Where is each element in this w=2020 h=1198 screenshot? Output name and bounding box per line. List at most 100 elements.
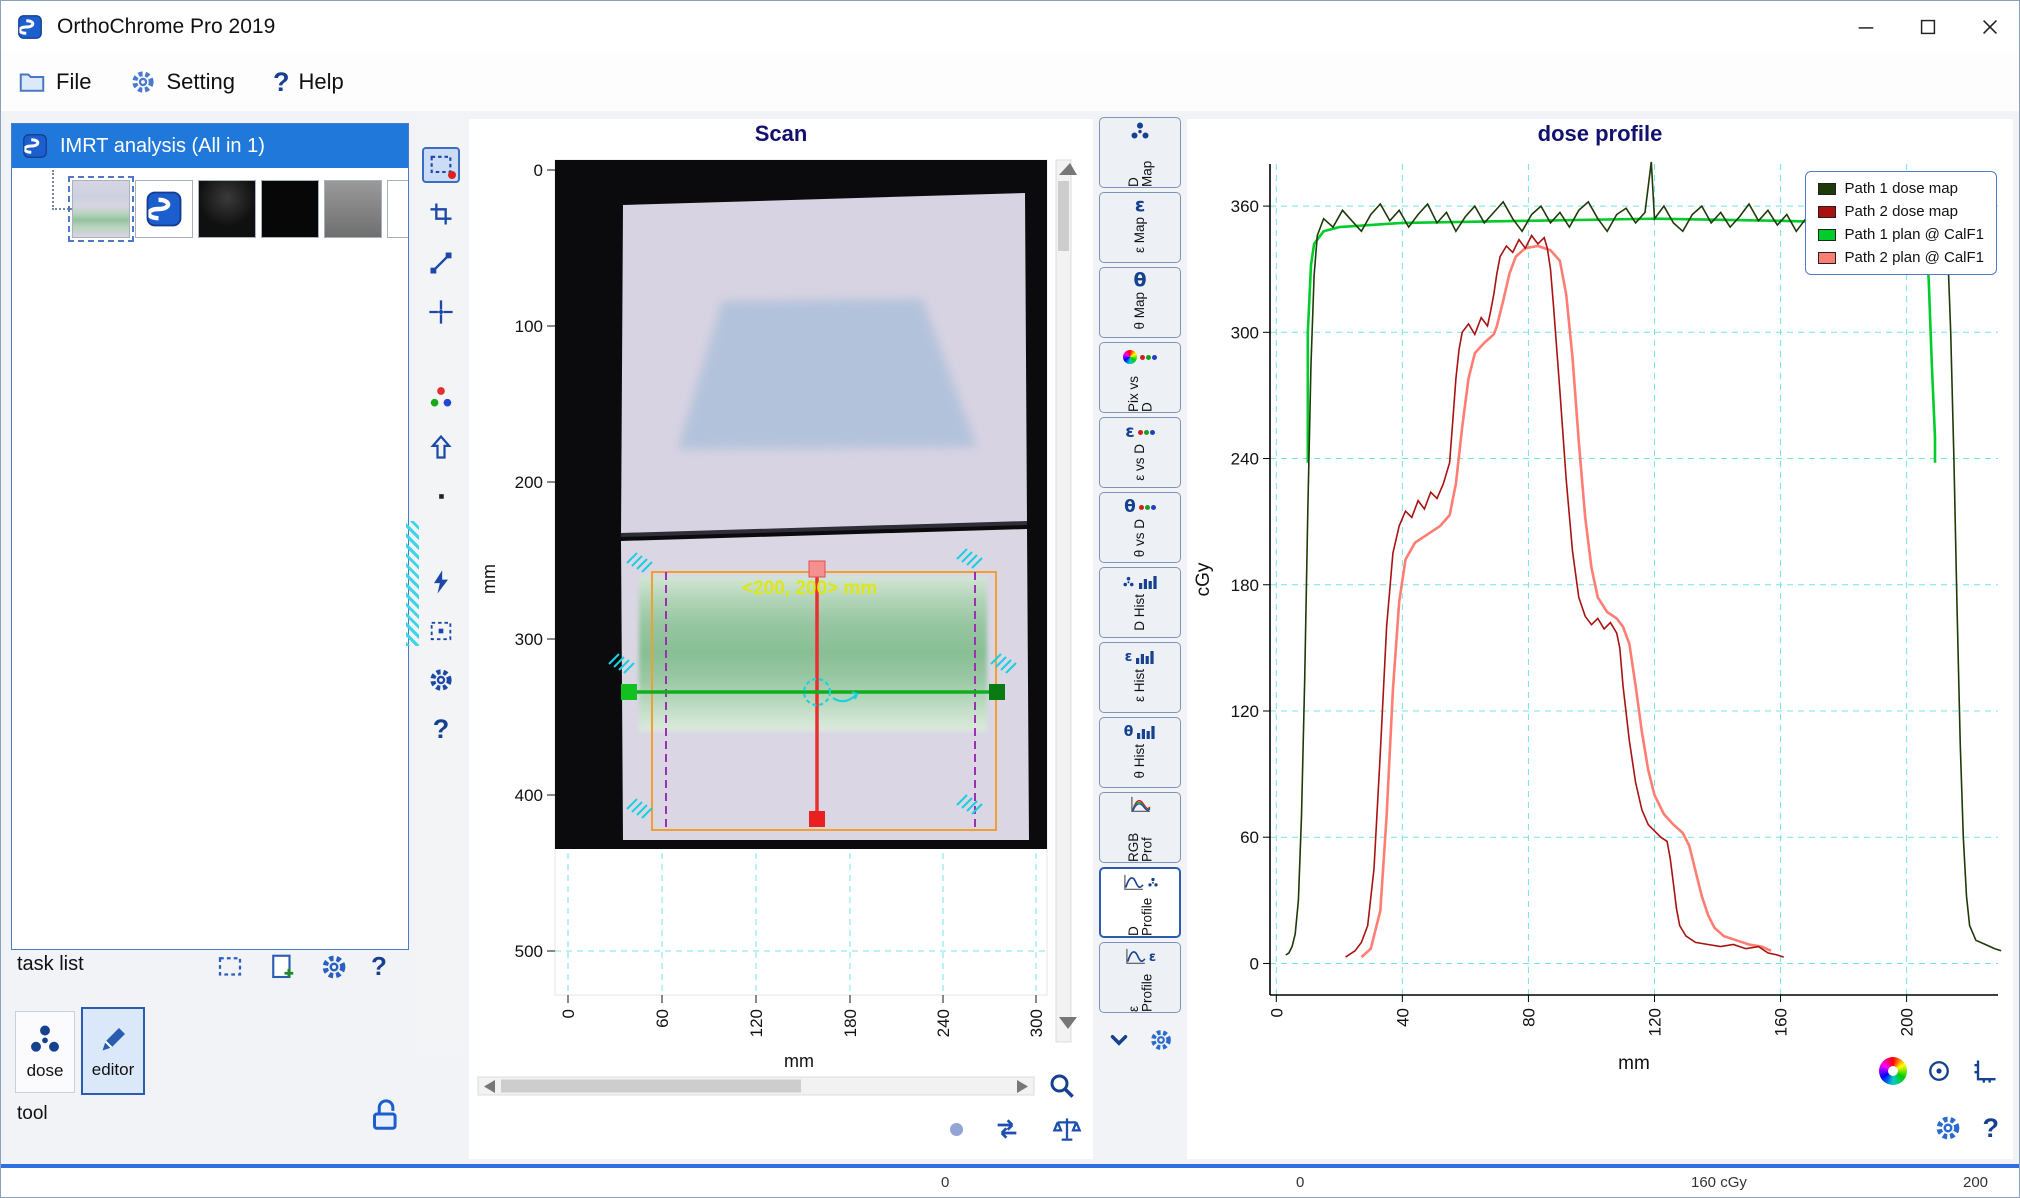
profile-help-button[interactable]: ? (1983, 1115, 2000, 1142)
point-tool[interactable] (422, 478, 460, 514)
crop-tool[interactable] (422, 196, 460, 232)
x-axis-label: mm (1618, 1053, 1650, 1074)
svg-text:mm: mm (479, 564, 499, 594)
scan-vertical-scrollbar[interactable] (1056, 160, 1077, 1042)
legend-swatch (1818, 183, 1836, 195)
epsilon-profile-icon: ε (1124, 946, 1156, 968)
thumbnail-film-scan[interactable] (72, 180, 130, 238)
series-path-2-plan-calf1 (1361, 246, 1771, 957)
tool-group-label: tool (17, 1103, 48, 1125)
tab-pix-vs-d[interactable]: Pix vs D (1099, 342, 1181, 413)
pix-vs-dose-icon (1123, 346, 1157, 368)
maximize-button[interactable] (1897, 1, 1959, 53)
dose-profile-icon (1122, 872, 1159, 894)
tab-rgb-prof[interactable]: RGB Prof (1099, 792, 1181, 863)
chevron-down-icon[interactable] (1106, 1027, 1132, 1053)
svg-text:500: 500 (515, 942, 543, 961)
thumbnail-clipped[interactable] (387, 180, 409, 238)
balance-button[interactable] (1051, 1113, 1083, 1145)
rgb-dots-tool[interactable] (422, 380, 460, 416)
vertical-line-top-handle[interactable] (809, 561, 825, 577)
scroll-thumb (1058, 181, 1069, 251)
tab--map[interactable]: ε ε Map (1099, 192, 1181, 263)
target-icon[interactable] (1925, 1057, 1953, 1085)
line-tool[interactable] (422, 245, 460, 281)
cycle-button[interactable] (991, 1113, 1023, 1145)
tab-d-hist[interactable]: D Hist (1099, 567, 1181, 638)
menu-help-label: Help (298, 69, 343, 95)
menu-file[interactable]: File (17, 67, 91, 97)
svg-text:300: 300 (1027, 1009, 1046, 1037)
svg-text:0: 0 (559, 1009, 578, 1018)
task-item-label: IMRT analysis (All in 1) (60, 135, 265, 158)
thumbnail-gray[interactable] (324, 180, 382, 238)
toolbar-settings-button[interactable] (422, 662, 460, 698)
y-tick-label: 0 (1250, 954, 1259, 973)
rgb-profile-icon (1129, 796, 1151, 819)
color-wheel-icon[interactable] (1879, 1057, 1907, 1085)
crosshair-tool[interactable] (422, 294, 460, 330)
editor-tool-button[interactable]: editor (81, 1007, 145, 1095)
scan-horizontal-scrollbar[interactable] (478, 1077, 1034, 1095)
scan-title: Scan (469, 119, 1093, 147)
menu-setting[interactable]: Setting (129, 68, 235, 96)
tab--map[interactable]: θ θ Map (1099, 267, 1181, 338)
marquee-dot-tool[interactable] (422, 613, 460, 649)
thumbnail-dark-2[interactable] (261, 180, 319, 238)
tab-d-map[interactable]: D Map (1099, 117, 1181, 188)
thumbnail-task-icon[interactable] (135, 180, 193, 238)
menu-file-label: File (56, 69, 91, 95)
select-rect-tool[interactable] (422, 147, 460, 183)
tab-d-profile[interactable]: D Profile (1099, 867, 1181, 938)
minimize-button[interactable] (1835, 1, 1897, 53)
axes-corner-icon[interactable] (1971, 1057, 1999, 1085)
tab--hist[interactable]: θ θ Hist (1099, 717, 1181, 788)
epsilon-vs-dose-icon: ε (1125, 421, 1154, 443)
close-button[interactable] (1959, 1, 2020, 53)
marquee-select-button[interactable] (215, 952, 245, 982)
tab-settings-button[interactable] (1148, 1027, 1174, 1053)
task-help-button[interactable]: ? (371, 951, 387, 982)
legend-entry: Path 2 plan @ CalF1 (1818, 249, 1984, 266)
up-arrow-tool[interactable] (422, 429, 460, 465)
add-task-button[interactable] (267, 952, 297, 982)
clipped-tick-label: 0 (1296, 1174, 1304, 1191)
app-window: OrthoChrome Pro 2019 File Setting ? Help (0, 0, 2020, 1198)
dose-tool-button[interactable]: dose (15, 1011, 75, 1093)
task-list-panel: IMRT analysis (All in 1) (11, 123, 409, 950)
svg-text:100: 100 (515, 317, 543, 336)
thumbnail-dark-1[interactable] (198, 180, 256, 238)
task-item-selected[interactable]: IMRT analysis (All in 1) (12, 124, 408, 168)
horizontal-line-right-handle[interactable] (989, 684, 1005, 700)
profile-title: dose profile (1187, 119, 2013, 147)
profile-settings-button[interactable] (1933, 1113, 1963, 1143)
toolbar-help-button[interactable]: ? (422, 711, 460, 747)
hatch-splitter[interactable] (406, 521, 419, 646)
svg-text:120: 120 (747, 1009, 766, 1037)
tab--hist[interactable]: ε ε Hist (1099, 642, 1181, 713)
tab--vs-d[interactable]: ε ε vs D (1099, 417, 1181, 488)
legend-entry: Path 1 plan @ CalF1 (1818, 226, 1984, 243)
task-settings-button[interactable] (319, 952, 349, 982)
y-tick-label: 120 (1231, 702, 1259, 721)
tab--vs-d[interactable]: θ θ vs D (1099, 492, 1181, 563)
x-tick-label: 160 (1772, 1008, 1791, 1036)
x-tick-label: 0 (1267, 1008, 1286, 1017)
help-icon: ? (273, 69, 290, 96)
zoom-magnifier-button[interactable] (1052, 1076, 1073, 1097)
svg-text:300: 300 (515, 630, 543, 649)
tab--profile[interactable]: ε ε Profile (1099, 942, 1181, 1013)
tree-line (52, 208, 72, 210)
theta-vs-dose-icon: θ (1124, 496, 1156, 518)
auto-tool[interactable] (422, 564, 460, 600)
scan-canvas[interactable]: <200, 200> mm 0 100 200 300 400 500 mm 0… (469, 149, 1093, 1103)
x-tick-label: 80 (1519, 1008, 1538, 1027)
menu-help[interactable]: ? Help (273, 69, 344, 96)
horizontal-line-left-handle[interactable] (621, 684, 637, 700)
lock-icon[interactable] (365, 1095, 403, 1133)
vertical-line-bottom-handle[interactable] (809, 811, 825, 827)
status-dot (950, 1123, 963, 1136)
scan-toolbar: ? (417, 119, 465, 1049)
window-title: OrthoChrome Pro 2019 (57, 15, 275, 39)
y-tick-label: 180 (1231, 576, 1259, 595)
